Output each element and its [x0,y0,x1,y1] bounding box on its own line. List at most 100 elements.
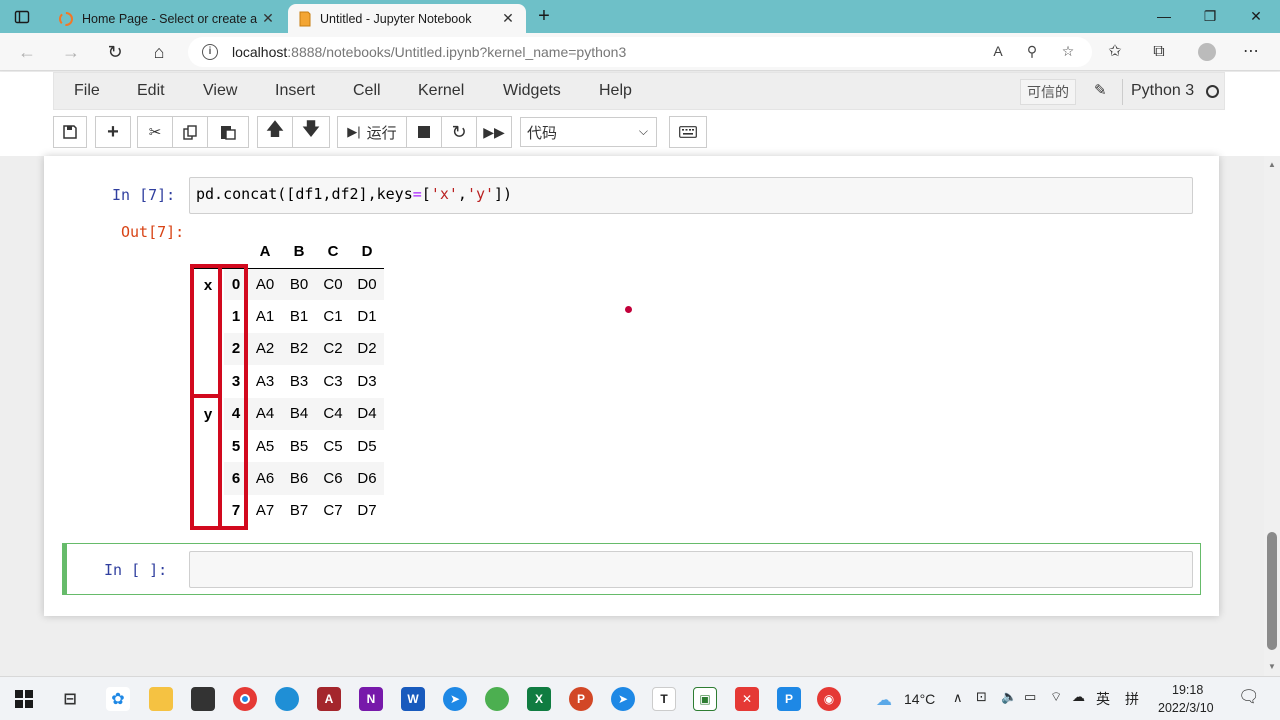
scroll-up-icon[interactable]: ▲ [1268,160,1276,169]
table-cell: B4 [282,397,316,430]
notifications-icon[interactable]: 🗨 [1238,687,1260,707]
word-icon[interactable]: W [401,687,425,711]
table-cell: D6 [350,462,384,495]
fast-forward-icon: ▶▶ [483,123,505,140]
powerpoint-icon[interactable]: P [569,687,593,711]
app-arrow-icon[interactable]: ➤ [611,687,635,711]
move-down-button[interactable]: 🡇 [292,116,330,148]
onenote-icon[interactable]: N [359,687,383,711]
menu-kernel[interactable]: Kernel [418,82,464,100]
access-icon[interactable]: A [317,687,341,711]
app-window-icon[interactable]: ▣ [693,687,717,711]
tab-untitled-notebook[interactable]: Untitled - Jupyter Notebook ✕ [288,4,526,33]
interrupt-kernel-button[interactable] [406,116,442,148]
cut-button[interactable]: ✂ [137,116,173,148]
close-window-icon[interactable]: ✕ [1244,6,1268,26]
table-cell: A4 [248,397,282,430]
run-button[interactable]: ▶| 运行 [337,116,407,148]
more-options-icon[interactable]: ⋯ [1240,41,1262,63]
chevron-up-icon[interactable]: ∧ [953,690,963,706]
site-info-icon[interactable]: i [202,44,218,60]
table-cell: B6 [282,462,316,495]
address-bar[interactable]: i localhost:8888/notebooks/Untitled.ipyn… [188,37,1092,67]
minimize-icon[interactable]: — [1152,6,1176,26]
move-up-button[interactable]: 🡅 [257,116,293,148]
menu-insert[interactable]: Insert [275,82,315,100]
tray-app-icon[interactable]: ⊡ [976,689,987,705]
ime-language[interactable]: 英 [1096,689,1110,709]
xmind-icon[interactable]: ✕ [735,687,759,711]
windows-start-icon[interactable] [12,687,36,711]
trusted-badge[interactable]: 可信的 [1020,79,1076,105]
wifi-icon[interactable]: ⌔ [1050,689,1062,705]
restart-run-all-button[interactable]: ▶▶ [476,116,512,148]
paste-button[interactable] [207,116,249,148]
edge-icon[interactable] [275,687,299,711]
app-parrot-icon[interactable] [485,687,509,711]
volume-icon[interactable]: 🔈 [1001,689,1017,705]
battery-icon[interactable]: ▭ [1024,689,1036,705]
menu-edit[interactable]: Edit [137,82,165,100]
column-header: A [248,236,282,269]
home-icon[interactable]: ⌂ [146,40,172,64]
onedrive-icon[interactable]: ☁ [1072,689,1085,705]
excel-icon[interactable]: X [527,687,551,711]
cell-type-select[interactable]: 代码 ⌵ [520,117,657,147]
clock-time[interactable]: 19:18 [1172,683,1203,697]
chrome-icon[interactable] [233,687,257,711]
close-tab-icon[interactable]: ✕ [500,10,516,27]
insert-cell-button[interactable]: + [95,116,131,148]
netease-music-icon[interactable]: ◉ [817,687,841,711]
stop-icon [418,126,430,138]
run-label: 运行 [366,124,397,142]
refresh-icon[interactable]: ↻ [102,40,128,64]
add-favorite-icon[interactable]: ☆ [1058,43,1078,61]
command-palette-button[interactable] [669,116,707,148]
cell-type-value: 代码 [527,124,558,142]
weather-temp[interactable]: 14°C [904,691,935,707]
table-cell: D4 [350,397,384,430]
file-explorer-icon[interactable] [149,687,173,711]
menu-widgets[interactable]: Widgets [503,82,561,100]
app-cloud-icon[interactable]: ✿ [106,687,130,711]
url-text: localhost:8888/notebooks/Untitled.ipynb?… [232,44,627,60]
ime-mode[interactable]: 拼 [1125,689,1139,709]
table-cell: C3 [323,372,343,390]
profile-avatar[interactable] [1198,43,1216,61]
task-view-icon[interactable]: ⊟ [58,687,82,711]
save-button[interactable] [53,116,87,148]
menu-file[interactable]: File [74,82,100,100]
menu-help[interactable]: Help [599,82,632,100]
table-cell: B2 [282,332,316,366]
weather-icon[interactable]: ☁ [876,690,892,710]
restart-kernel-button[interactable]: ↻ [441,116,477,148]
read-aloud-icon[interactable]: A [988,43,1008,61]
zoom-icon[interactable]: ⚲ [1022,43,1042,61]
scroll-down-icon[interactable]: ▼ [1268,662,1276,671]
typora-icon[interactable]: T [652,687,676,711]
new-tab-button[interactable]: + [532,5,556,27]
back-icon[interactable]: ← [14,40,40,64]
empty-code-cell-input[interactable] [189,551,1193,588]
scrollbar-thumb[interactable] [1267,532,1277,650]
collections-icon[interactable]: ⧉ [1148,41,1170,63]
favorites-icon[interactable]: ✩ [1104,41,1126,63]
table-cell: B0 [282,268,316,301]
feishu-icon[interactable]: ➤ [443,687,467,711]
store-icon[interactable] [191,687,215,711]
app-p-icon[interactable]: P [777,687,801,711]
tab-home-page[interactable]: Home Page - Select or create a n ✕ [48,4,286,33]
maximize-icon[interactable]: ❐ [1198,6,1222,26]
menu-cell[interactable]: Cell [353,82,381,100]
tab-actions-icon[interactable] [8,6,36,28]
copy-button[interactable] [172,116,208,148]
close-tab-icon[interactable]: ✕ [260,10,276,27]
forward-icon[interactable]: → [58,40,84,64]
code-cell-input[interactable]: pd.concat([df1,df2],keys=['x','y']) [189,177,1193,214]
kernel-name[interactable]: Python 3 [1131,82,1194,100]
restart-icon: ↻ [451,121,467,142]
notebook-file-icon [299,11,311,26]
page-scrollbar[interactable]: ▲ ▼ [1264,156,1280,676]
clock-date[interactable]: 2022/3/10 [1158,701,1214,715]
menu-view[interactable]: View [203,82,237,100]
